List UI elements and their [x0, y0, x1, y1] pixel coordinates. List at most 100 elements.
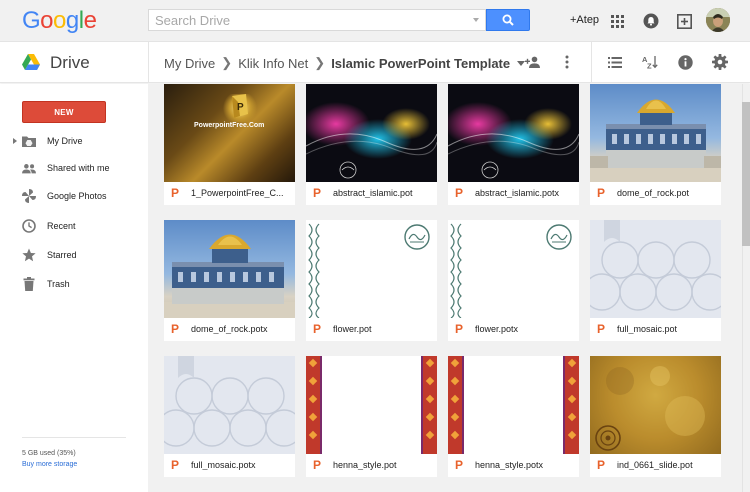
file-thumbnail[interactable] — [590, 84, 721, 182]
svg-text:Z: Z — [647, 62, 652, 70]
sidebar-item-label: Starred — [47, 250, 77, 260]
file-caption[interactable]: P ind_0661_slide.pot — [590, 454, 721, 477]
file-caption[interactable]: P 1_PowerpointFree_C... — [164, 182, 295, 205]
google-logo[interactable]: Google — [22, 7, 97, 35]
file-caption[interactable]: P henna_style.potx — [448, 454, 579, 477]
star-icon — [22, 248, 36, 262]
file-thumbnail[interactable] — [306, 84, 437, 182]
sidebar-item-recent[interactable]: Recent — [0, 214, 148, 238]
expand-arrow-icon[interactable] — [13, 138, 17, 144]
clock-icon — [22, 219, 36, 233]
settings-icon[interactable] — [710, 52, 730, 72]
account-avatar[interactable] — [706, 8, 730, 32]
file-name: dome_of_rock.pot — [617, 188, 690, 198]
sidebar-item-trash[interactable]: Trash — [0, 272, 148, 296]
powerpoint-file-icon: P — [455, 186, 464, 200]
logo-letter: G — [22, 7, 41, 34]
file-tile[interactable]: P PowerpointFree.Com P 1_PowerpointFree_… — [164, 84, 295, 205]
drive-logo-icon[interactable] — [22, 54, 40, 73]
file-caption[interactable]: P abstract_islamic.pot — [306, 182, 437, 205]
file-caption[interactable]: P henna_style.pot — [306, 454, 437, 477]
buy-more-storage-link[interactable]: Buy more storage — [22, 461, 77, 468]
file-caption[interactable]: P flower.pot — [306, 318, 437, 341]
file-thumbnail[interactable] — [164, 220, 295, 318]
breadcrumb-current-folder[interactable]: Islamic PowerPoint Template — [331, 56, 510, 71]
powerpoint-file-icon: P — [455, 458, 464, 472]
file-thumbnail[interactable] — [306, 220, 437, 318]
file-caption[interactable]: P flower.potx — [448, 318, 579, 341]
powerpoint-file-icon: P — [313, 322, 322, 336]
flower-border-art — [448, 220, 579, 318]
file-name: ind_0661_slide.pot — [617, 460, 693, 470]
file-tile[interactable]: P abstract_islamic.pot — [306, 84, 437, 205]
file-name: flower.pot — [333, 324, 372, 334]
sidebar: NEW My Drive Shared with me Google Photo… — [0, 84, 148, 492]
file-thumbnail[interactable] — [448, 356, 579, 454]
file-tile[interactable]: P henna_style.potx — [448, 356, 579, 477]
sidebar-item-my-drive[interactable]: My Drive — [0, 129, 148, 153]
henna-border-art — [448, 356, 579, 454]
file-caption[interactable]: P dome_of_rock.pot — [590, 182, 721, 205]
file-thumbnail[interactable] — [306, 356, 437, 454]
file-thumbnail[interactable] — [448, 220, 579, 318]
file-tile[interactable]: P full_mosaic.pot — [590, 220, 721, 341]
plus-user-link[interactable]: +Atep — [570, 14, 599, 26]
logo-letter: e — [83, 7, 97, 34]
powerpoint-file-icon: P — [313, 458, 322, 472]
file-name: full_mosaic.potx — [191, 460, 256, 470]
mosaic-pattern-art — [164, 356, 295, 454]
search-input[interactable] — [149, 10, 485, 30]
list-view-icon[interactable] — [605, 52, 625, 72]
search-button[interactable] — [486, 9, 530, 31]
file-tile[interactable]: P dome_of_rock.pot — [590, 84, 721, 205]
info-icon[interactable] — [675, 52, 695, 72]
file-tile[interactable]: P ind_0661_slide.pot — [590, 356, 721, 477]
breadcrumb-klik-info-net[interactable]: Klik Info Net — [238, 56, 308, 71]
file-caption[interactable]: P full_mosaic.pot — [590, 318, 721, 341]
file-caption[interactable]: P abstract_islamic.potx — [448, 182, 579, 205]
logo-letter: g — [65, 7, 79, 34]
new-button[interactable]: NEW — [22, 101, 106, 123]
add-person-icon[interactable] — [523, 52, 543, 72]
file-tile[interactable]: P abstract_islamic.potx — [448, 84, 579, 205]
divider — [148, 42, 149, 83]
photos-pinwheel-icon — [22, 189, 36, 203]
more-vert-icon[interactable] — [557, 52, 577, 72]
file-thumbnail[interactable] — [448, 84, 579, 182]
file-name: dome_of_rock.potx — [191, 324, 268, 334]
people-icon — [22, 161, 36, 175]
logo-letter: o — [40, 7, 54, 34]
flower-border-art — [306, 220, 437, 318]
search-options-icon[interactable] — [473, 18, 479, 22]
app-title[interactable]: Drive — [50, 53, 90, 73]
apps-grid-icon[interactable] — [607, 11, 627, 31]
drive-toolbar: Drive My Drive ❯ Klik Info Net ❯ Islamic… — [0, 42, 750, 83]
file-tile[interactable]: P flower.pot — [306, 220, 437, 341]
notifications-icon[interactable] — [641, 11, 661, 31]
file-tile[interactable]: P henna_style.pot — [306, 356, 437, 477]
file-thumbnail[interactable] — [590, 220, 721, 318]
sidebar-item-google-photos[interactable]: Google Photos — [0, 184, 148, 208]
golden-grunge-art — [590, 356, 721, 454]
file-thumbnail[interactable] — [164, 356, 295, 454]
file-name: abstract_islamic.potx — [475, 188, 560, 198]
file-thumbnail[interactable]: P PowerpointFree.Com — [164, 84, 295, 182]
scrollbar-thumb[interactable] — [742, 102, 750, 246]
file-thumbnail[interactable] — [590, 356, 721, 454]
file-tile[interactable]: P full_mosaic.potx — [164, 356, 295, 477]
sidebar-item-starred[interactable]: Starred — [0, 243, 148, 267]
share-plus-icon[interactable] — [674, 11, 694, 31]
file-tile[interactable]: P dome_of_rock.potx — [164, 220, 295, 341]
file-caption[interactable]: P dome_of_rock.potx — [164, 318, 295, 341]
top-bar: Google +Atep — [0, 0, 750, 42]
powerpoint-file-icon: P — [597, 458, 606, 472]
logo-letter: o — [53, 7, 66, 34]
search-box[interactable] — [148, 9, 486, 31]
file-grid: P PowerpointFree.Com P 1_PowerpointFree_… — [148, 84, 742, 492]
file-tile[interactable]: P flower.potx — [448, 220, 579, 341]
sort-az-icon[interactable]: A Z — [640, 52, 660, 72]
sidebar-item-shared-with-me[interactable]: Shared with me — [0, 156, 148, 180]
mosaic-pattern-art — [590, 220, 721, 318]
breadcrumb-my-drive[interactable]: My Drive — [164, 56, 215, 71]
file-caption[interactable]: P full_mosaic.potx — [164, 454, 295, 477]
